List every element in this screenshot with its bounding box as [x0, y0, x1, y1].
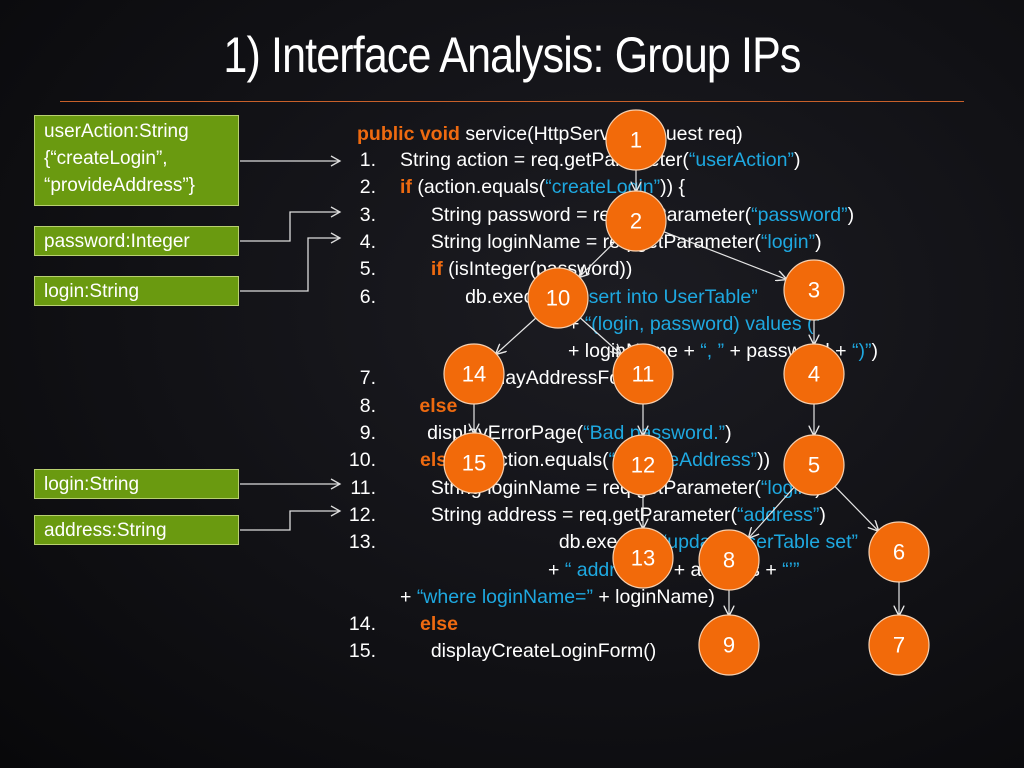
node-label: 9	[723, 633, 735, 658]
graph-node-8: 8	[698, 529, 760, 591]
edge-10-to-11	[579, 317, 620, 354]
node-label: 12	[631, 453, 655, 478]
control-flow-graph: 123456789101112131415	[443, 109, 930, 676]
node-label: 10	[546, 286, 570, 311]
edge-2-to-10	[579, 241, 616, 277]
node-label: 3	[808, 278, 820, 303]
node-label: 14	[462, 362, 486, 387]
edge-5-to-8	[749, 486, 795, 537]
node-label: 4	[808, 362, 820, 387]
graph-node-4: 4	[783, 343, 845, 405]
graph-node-5: 5	[783, 434, 845, 496]
edge-10-to-14	[496, 317, 537, 354]
node-label: 7	[893, 633, 905, 658]
node-label: 2	[630, 209, 642, 234]
graph-node-6: 6	[868, 521, 930, 583]
node-label: 8	[723, 548, 735, 573]
graph-node-9: 9	[698, 614, 760, 676]
graph-node-1: 1	[605, 109, 667, 171]
graph-node-10: 10	[527, 267, 589, 329]
edge-2-to-3	[663, 231, 786, 279]
graph-node-2: 2	[605, 190, 667, 252]
graph-node-7: 7	[868, 614, 930, 676]
node-label: 1	[630, 128, 642, 153]
graph-node-12: 12	[612, 434, 674, 496]
graph-node-13: 13	[612, 527, 674, 589]
graph-node-15: 15	[443, 432, 505, 494]
node-label: 15	[462, 451, 486, 476]
graph-node-14: 14	[443, 343, 505, 405]
node-label: 6	[893, 540, 905, 565]
graph-node-11: 11	[612, 343, 674, 405]
graph-node-3: 3	[783, 259, 845, 321]
edge-5-to-6	[834, 486, 878, 530]
node-label: 13	[631, 546, 655, 571]
node-label: 11	[632, 362, 655, 387]
node-label: 5	[808, 453, 820, 478]
